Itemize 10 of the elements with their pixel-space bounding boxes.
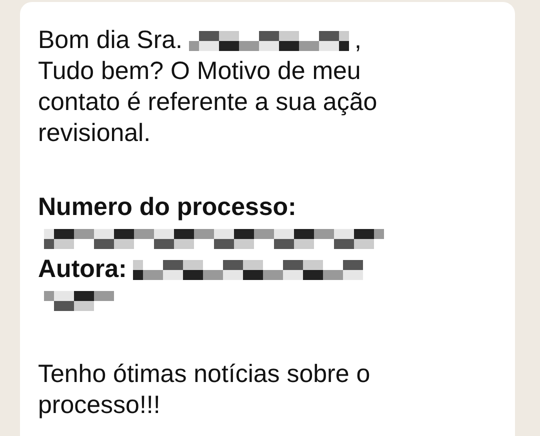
message-text: processo!!! (38, 390, 160, 421)
message-text: Tenho ótimas notícias sobre o (38, 359, 370, 390)
message-text: , (354, 25, 362, 56)
field-label: Autora: (38, 254, 127, 285)
field-label: Numero do processo: (38, 192, 296, 223)
message-text: Tudo bem? O Motivo de meu (38, 56, 361, 87)
message-text: contato é referente a sua ação (38, 87, 378, 118)
pixelated-redaction-drawing (44, 290, 114, 310)
message-text: Bom dia Sra. (38, 25, 183, 56)
message-text: revisional. (38, 118, 151, 149)
